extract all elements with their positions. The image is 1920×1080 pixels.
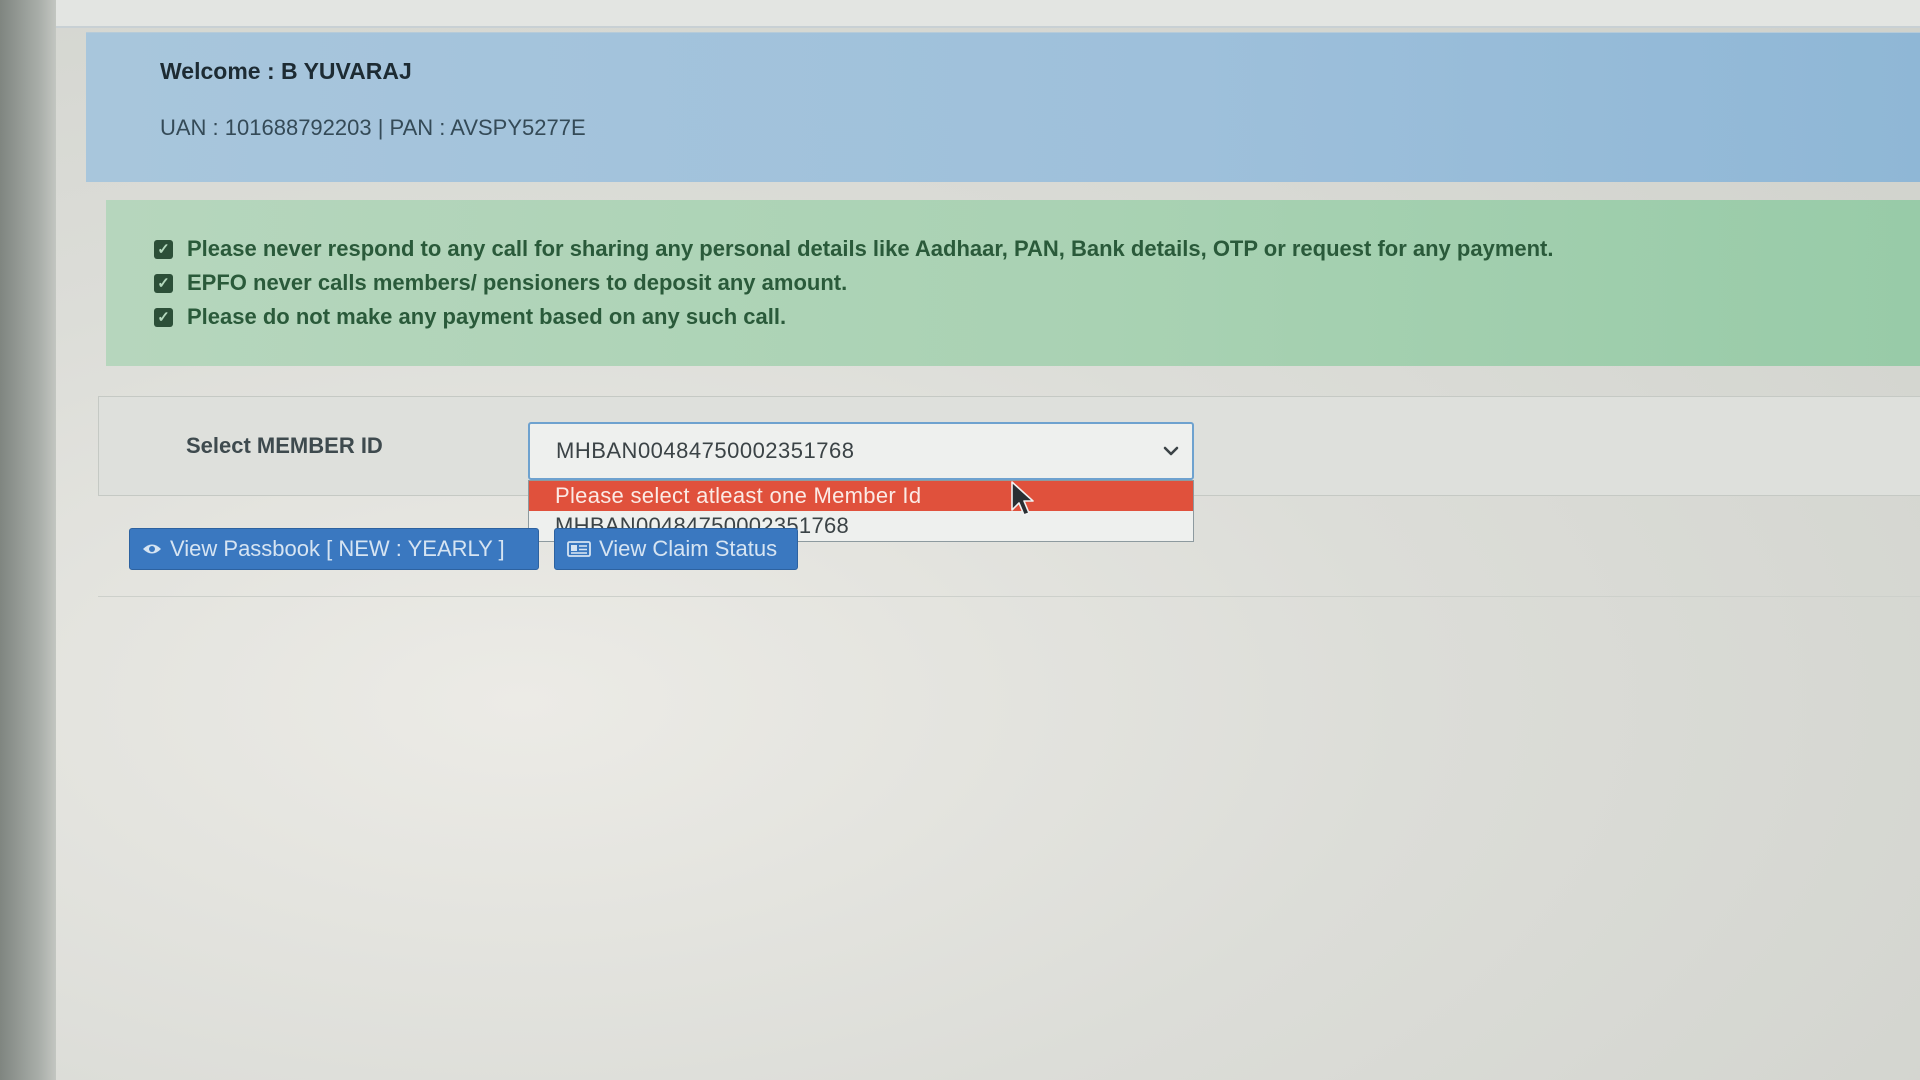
alert-item: ✓ Please do not make any payment based o… [154, 300, 1554, 334]
mouse-cursor-icon [1011, 481, 1034, 516]
alert-item: ✓ EPFO never calls members/ pensioners t… [154, 266, 1554, 300]
member-id-select[interactable]: MHBAN00484750002351768 [528, 422, 1194, 480]
member-id-selected-value: MHBAN00484750002351768 [556, 438, 855, 463]
checkbox-icon: ✓ [154, 273, 173, 293]
checkbox-icon: ✓ [154, 307, 173, 327]
welcome-panel [86, 32, 1920, 182]
alert-list: ✓ Please never respond to any call for s… [154, 232, 1554, 334]
top-strip [56, 0, 1920, 28]
alert-text: Please do not make any payment based on … [187, 304, 787, 329]
chevron-down-icon [1163, 446, 1179, 456]
page-content: Welcome : B YUVARAJ UAN : 101688792203 |… [56, 0, 1920, 1080]
alert-text: EPFO never calls members/ pensioners to … [187, 270, 848, 295]
member-id-label: Select MEMBER ID [186, 433, 383, 458]
welcome-title: Welcome : B YUVARAJ [160, 58, 412, 84]
eye-icon [143, 544, 161, 554]
dropdown-option-placeholder[interactable]: Please select atleast one Member Id [529, 481, 1193, 511]
content-divider [98, 596, 1920, 597]
view-passbook-label: View Passbook [ NEW : YEARLY ] [170, 536, 505, 561]
alert-item: ✓ Please never respond to any call for s… [154, 232, 1554, 266]
uan-pan-info: UAN : 101688792203 | PAN : AVSPY5277E [160, 115, 586, 140]
view-passbook-button[interactable]: View Passbook [ NEW : YEARLY ] [129, 528, 539, 570]
view-claim-status-button[interactable]: View Claim Status [554, 528, 798, 570]
checkbox-icon: ✓ [154, 239, 173, 259]
view-claim-status-label: View Claim Status [599, 536, 778, 561]
screen-bezel-left [0, 0, 56, 1080]
id-card-icon [567, 541, 591, 557]
alert-text: Please never respond to any call for sha… [187, 236, 1554, 261]
